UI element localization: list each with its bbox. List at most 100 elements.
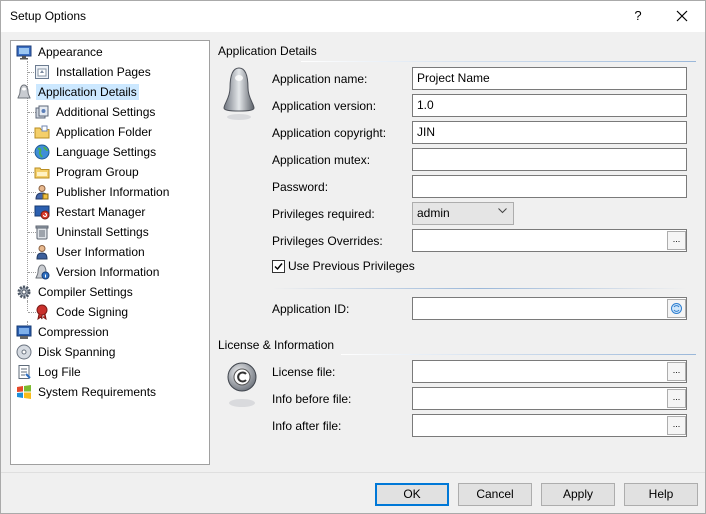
user-icon: [34, 244, 50, 260]
apply-button[interactable]: Apply: [541, 483, 615, 506]
privileges-required-select[interactable]: admin: [412, 202, 514, 225]
license-file-label: License file:: [272, 365, 336, 379]
seal-icon: [34, 304, 50, 321]
monitor-icon: [16, 44, 32, 60]
use-previous-privileges-label: Use Previous Privileges: [288, 259, 415, 273]
tree-item-label: Compiler Settings: [38, 285, 133, 299]
tree-item-restart-manager[interactable]: Restart Manager: [34, 203, 147, 221]
application-name-input[interactable]: Project Name: [412, 67, 687, 90]
privileges-overrides-label: Privileges Overrides:: [272, 234, 383, 248]
tree-item-label: Restart Manager: [56, 205, 146, 219]
tree-item-compression[interactable]: Compression: [16, 323, 111, 341]
tree-item-log-file[interactable]: Log File: [16, 363, 83, 381]
info-after-file-label: Info after file:: [272, 419, 342, 433]
tree-item-label: Code Signing: [56, 305, 129, 319]
setup-options-dialog: Setup Options ? Appearance Installation …: [0, 0, 706, 514]
chevron-down-icon: [498, 208, 507, 214]
tree-item-label: Uninstall Settings: [56, 225, 149, 239]
page-icon: [34, 64, 50, 80]
tree-item-installation-pages[interactable]: Installation Pages: [34, 63, 153, 81]
restart-icon: [34, 204, 50, 220]
tree-item-application-details[interactable]: Application Details: [16, 83, 139, 101]
section-separator: [341, 354, 696, 355]
tree-item-label: Disk Spanning: [38, 345, 116, 359]
application-mutex-input[interactable]: [412, 148, 687, 171]
tree-item-publisher-information[interactable]: Publisher Information: [34, 183, 171, 201]
help-icon-button[interactable]: ?: [627, 5, 649, 27]
tree-item-code-signing[interactable]: Code Signing: [34, 303, 130, 321]
tree-item-uninstall-settings[interactable]: Uninstall Settings: [34, 223, 151, 241]
settings-tree[interactable]: Appearance Installation Pages Applicatio…: [10, 40, 210, 465]
disk-icon: [16, 344, 32, 360]
info-after-file-browse-button[interactable]: ...: [667, 416, 686, 435]
application-large-icon: [223, 67, 255, 120]
tree-item-compiler-settings[interactable]: Compiler Settings: [16, 283, 135, 301]
close-button[interactable]: [667, 3, 697, 29]
checkmark-icon: [274, 263, 283, 271]
tree-item-label: Program Group: [56, 165, 139, 179]
license-file-browse-button[interactable]: ...: [667, 362, 686, 381]
tree-item-label: Installation Pages: [56, 65, 151, 79]
tree-item-language-settings[interactable]: Language Settings: [34, 143, 158, 161]
info-after-file-input[interactable]: [412, 414, 687, 437]
generate-guid-button[interactable]: [667, 299, 686, 318]
privileges-overrides-input[interactable]: [412, 229, 687, 252]
privileges-required-label: Privileges required:: [272, 207, 375, 221]
tree-item-label: User Information: [56, 245, 145, 259]
password-input[interactable]: [412, 175, 687, 198]
application-id-label: Application ID:: [272, 302, 350, 316]
license-large-icon: [227, 362, 257, 407]
cancel-button[interactable]: Cancel: [458, 483, 532, 506]
tree-item-program-group[interactable]: Program Group: [34, 163, 141, 181]
ok-button[interactable]: OK: [375, 483, 449, 506]
gear-icon: [16, 284, 32, 300]
tree-item-label: Language Settings: [56, 145, 157, 159]
tree-item-version-information[interactable]: Version Information: [34, 263, 161, 281]
publisher-icon: [34, 184, 50, 200]
tree-item-label: Version Information: [56, 265, 160, 279]
application-version-label: Application version:: [272, 99, 377, 113]
button-bar: OK Cancel Apply Help: [1, 472, 705, 513]
tree-item-label: Compression: [38, 325, 109, 339]
refresh-icon: [671, 303, 682, 314]
application-id-input[interactable]: [412, 297, 687, 320]
use-previous-privileges-checkbox[interactable]: [272, 260, 285, 273]
close-icon: [676, 10, 688, 22]
tree-item-disk-spanning[interactable]: Disk Spanning: [16, 343, 117, 361]
title-bar: Setup Options ?: [1, 1, 705, 32]
password-label: Password:: [272, 180, 329, 194]
tree-item-system-requirements[interactable]: System Requirements: [16, 383, 158, 401]
help-button[interactable]: Help: [624, 483, 698, 506]
settings-icon: [34, 104, 50, 120]
application-copyright-label: Application copyright:: [272, 126, 387, 140]
application-details-heading: Application Details: [218, 44, 317, 58]
application-copyright-input[interactable]: JIN: [412, 121, 687, 144]
tree-item-additional-settings[interactable]: Additional Settings: [34, 103, 157, 121]
folder-icon: [34, 124, 50, 140]
tree-item-user-information[interactable]: User Information: [34, 243, 147, 261]
compression-icon: [16, 324, 32, 340]
field-separator: [272, 288, 687, 289]
license-file-input[interactable]: [412, 360, 687, 383]
tree-connector: [27, 301, 28, 311]
info-before-file-browse-button[interactable]: ...: [667, 389, 686, 408]
tree-item-application-folder[interactable]: Application Folder: [34, 123, 154, 141]
section-separator: [301, 61, 696, 62]
application-version-input[interactable]: 1.0: [412, 94, 687, 117]
license-information-heading: License & Information: [218, 338, 335, 352]
globe-icon: [34, 144, 50, 160]
tree-item-label: Appearance: [38, 45, 103, 59]
application-name-label: Application name:: [272, 72, 368, 86]
info-before-file-input[interactable]: [412, 387, 687, 410]
tree-item-label: System Requirements: [38, 385, 157, 399]
application-mutex-label: Application mutex:: [272, 153, 371, 167]
windows-icon: [16, 384, 32, 400]
tree-item-label: Additional Settings: [56, 105, 156, 119]
log-icon: [16, 364, 32, 380]
application-icon: [16, 84, 32, 100]
privileges-overrides-browse-button[interactable]: ...: [667, 231, 686, 250]
program-group-icon: [34, 164, 50, 180]
tree-item-appearance[interactable]: Appearance: [16, 43, 105, 61]
tree-item-label: Publisher Information: [56, 185, 170, 199]
tree-item-label: Application Details: [36, 84, 139, 100]
